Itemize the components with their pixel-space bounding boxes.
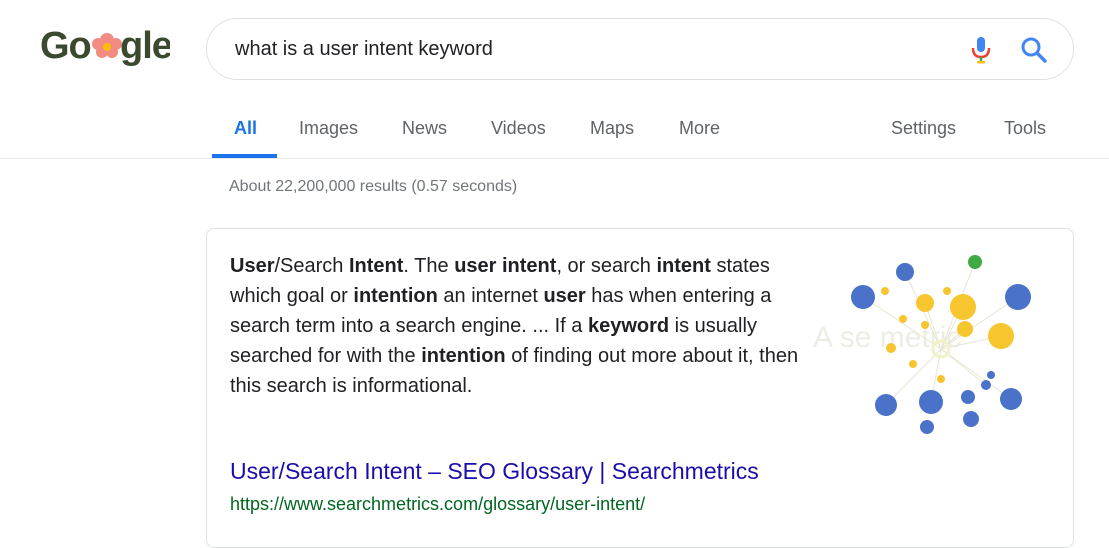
search-input[interactable] (235, 36, 935, 62)
snippet-bold-term: User (230, 255, 275, 277)
search-icon[interactable] (1020, 36, 1048, 64)
svg-text:Go: Go (40, 25, 91, 67)
tab-videos[interactable]: Videos (491, 118, 546, 139)
snippet-text-run: /Search (274, 255, 349, 277)
active-tab-indicator (212, 154, 277, 158)
search-tabs: All Images News Videos Maps More Setting… (0, 100, 1109, 159)
tab-more[interactable]: More (679, 118, 720, 139)
tab-news[interactable]: News (402, 118, 447, 139)
tab-images[interactable]: Images (299, 118, 358, 139)
featured-snippet-card: User/Search Intent. The user intent, or … (206, 228, 1074, 548)
snippet-text-run: an internet (437, 285, 544, 307)
tab-maps[interactable]: Maps (590, 118, 634, 139)
tab-all[interactable]: All (234, 118, 257, 139)
mic-icon[interactable] (969, 36, 993, 64)
search-box[interactable] (206, 18, 1074, 80)
snippet-bold-term: intention (353, 285, 438, 307)
snippet-text-run: . The (403, 255, 455, 277)
snippet-bold-term: keyword (587, 315, 670, 337)
snippet-bold-term: Intent (348, 255, 404, 277)
result-title-link[interactable]: User/Search Intent – SEO Glossary | Sear… (230, 458, 759, 485)
snippet-thumbnail-image[interactable]: A se metric (813, 237, 1071, 442)
snippet-bold-term: intent (656, 255, 711, 277)
svg-text:gle: gle (120, 25, 170, 67)
snippet-bold-term: user intent (454, 255, 557, 277)
tab-tools[interactable]: Tools (1004, 118, 1046, 139)
snippet-text-run: , or search (556, 255, 657, 277)
result-url[interactable]: https://www.searchmetrics.com/glossary/u… (230, 494, 645, 515)
tab-settings[interactable]: Settings (891, 118, 956, 139)
featured-snippet-text: User/Search Intent. The user intent, or … (230, 251, 800, 401)
snippet-bold-term: intention (421, 345, 506, 367)
snippet-bold-term: user (543, 285, 586, 307)
result-stats: About 22,200,000 results (0.57 seconds) (229, 178, 518, 195)
google-doodle-logo[interactable]: Go gle (40, 24, 170, 74)
